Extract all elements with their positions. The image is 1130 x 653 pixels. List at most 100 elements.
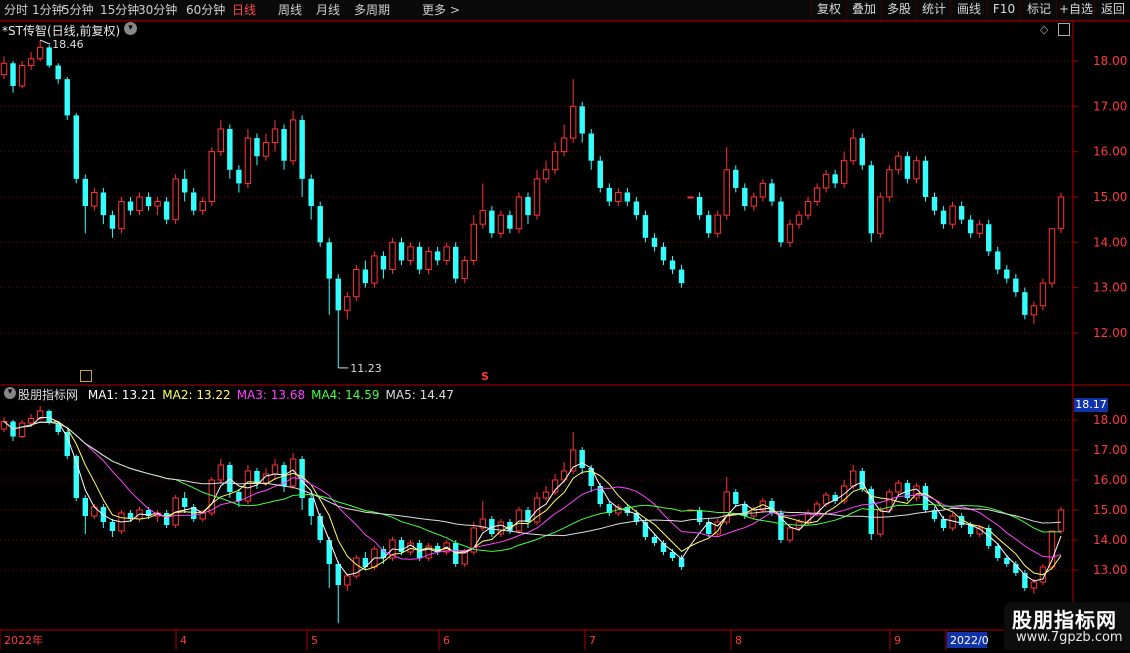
main-candle-body: [769, 183, 775, 202]
chart-area[interactable]: 18.00 17.00 16.00 15.00 14.00 13.00 12.00 18.00…: [0, 20, 1130, 650]
main-candle-body: [271, 128, 279, 144]
main-candle-body: [470, 223, 477, 261]
period-tab-7[interactable]: 周线: [278, 2, 302, 18]
period-tab-0[interactable]: 分时: [4, 2, 28, 18]
action-button-4[interactable]: 画线: [950, 0, 987, 19]
main-candle-body: [1057, 196, 1065, 230]
period-tab-5[interactable]: 60分钟: [186, 2, 225, 18]
action-button-7[interactable]: +自选: [1056, 0, 1095, 19]
main-candle-body: [127, 201, 134, 211]
panel-toggle-icon[interactable]: [1058, 23, 1070, 36]
period-toolbar: 分时 1分钟 5分钟 15分钟 30分钟 60分钟 日线 周线 月线 多周期 更多 > 复权 叠加 多股统…: [0, 0, 1130, 21]
main-candle-body: [82, 178, 89, 207]
main-candle-body: [398, 242, 405, 261]
main-candle-body: [344, 296, 351, 311]
main-candle-body: [714, 214, 721, 234]
signal-s-marker[interactable]: S: [481, 370, 489, 383]
main-candle-body: [642, 215, 649, 238]
ma-readout-5: MA5: 14.47: [385, 388, 454, 402]
main-candle-body: [362, 269, 369, 284]
ind-candle-body: [850, 470, 857, 487]
action-button-3[interactable]: 统计: [916, 0, 951, 19]
ma-readout-1: MA1: 13.21: [87, 388, 157, 402]
main-candle-body: [515, 196, 523, 230]
stock-title[interactable]: *ST传智(日线,前复权): [2, 22, 120, 39]
period-tab-3[interactable]: 15分钟: [100, 2, 139, 18]
event-marker-icon[interactable]: [80, 370, 92, 382]
ind-candle-body: [696, 510, 703, 522]
main-candle-body: [696, 197, 703, 216]
period-tab-10[interactable]: 更多 >: [422, 2, 460, 18]
main-candle-body: [199, 201, 206, 212]
main-candle-body: [1030, 305, 1038, 316]
period-tab-2[interactable]: 5分钟: [62, 2, 94, 18]
main-candle-body: [931, 197, 938, 211]
main-price-tick-label: 15.00: [1093, 190, 1127, 204]
ma-readout-3: MA3: 13.68: [236, 388, 306, 402]
main-candle-body: [407, 246, 414, 261]
ind-candle-body: [786, 527, 794, 541]
diamond-icon[interactable]: ◇: [1040, 23, 1048, 36]
main-candle-body: [886, 169, 893, 198]
main-candle-body: [10, 63, 16, 86]
chevron-down-icon[interactable]: ▾: [4, 387, 16, 399]
ma-readout-4: MA4: 14.59: [311, 388, 380, 402]
main-candle-body: [64, 79, 70, 116]
main-candle-body: [479, 210, 487, 225]
main-candle-body: [326, 242, 332, 279]
action-button-0[interactable]: 复权: [810, 0, 847, 19]
ind-candle-body: [525, 510, 531, 522]
watermark: 股朋指标网 www.7gpzb.com: [1004, 602, 1130, 650]
ma-line-5: [3, 421, 1062, 537]
kline-chart[interactable]: 18.00 17.00 16.00 15.00 14.00 13.00 12.00 18.00…: [0, 20, 1130, 650]
main-candle-body: [660, 246, 667, 261]
main-candle-body: [922, 160, 929, 197]
main-price-tick-label: 12.00: [1093, 326, 1127, 340]
high-price-label: 18.46: [52, 38, 83, 51]
main-candle-body: [859, 138, 865, 166]
chevron-down-icon[interactable]: ▾: [124, 22, 137, 35]
ind-price-tick-label: 15.00: [1093, 503, 1127, 517]
action-button-2[interactable]: 多股: [880, 0, 917, 19]
main-candle-body: [742, 187, 748, 207]
main-candle-body: [822, 173, 830, 189]
main-candle-body: [1004, 269, 1010, 279]
main-candle-body: [425, 250, 432, 271]
main-candle-body: [434, 251, 441, 261]
ind-candle-body: [18, 422, 26, 437]
current-price-tag: 18.17: [1074, 398, 1108, 412]
ind-candle-body: [254, 471, 260, 483]
main-candle-body: [254, 138, 260, 157]
period-tab-1[interactable]: 1分钟: [32, 2, 64, 18]
main-candle-body: [109, 215, 116, 229]
main-candle-body: [877, 196, 884, 234]
ind-candle-body: [335, 564, 341, 585]
high-marker-line: [39, 39, 51, 45]
time-axis-label: 7: [589, 634, 596, 647]
ind-candle-body: [461, 551, 468, 565]
main-candle-body: [759, 182, 767, 198]
ind-price-tick-label: 18.00: [1093, 413, 1127, 427]
main-candle-body: [452, 246, 459, 279]
ma-line-3: [3, 421, 1062, 560]
action-button-1[interactable]: 叠加: [846, 0, 881, 19]
ind-price-tick-label: 16.00: [1093, 473, 1127, 487]
action-button-5[interactable]: F10: [986, 0, 1021, 19]
period-tab-9[interactable]: 多周期: [354, 2, 390, 18]
action-button-8[interactable]: 返回: [1094, 0, 1130, 19]
action-button-6[interactable]: 标记: [1020, 0, 1057, 19]
period-tab-4[interactable]: 30分钟: [138, 2, 177, 18]
main-price-tick-label: 14.00: [1093, 235, 1127, 249]
main-candle-body: [308, 178, 314, 207]
ind-candle-body: [940, 519, 947, 528]
main-candle-body: [136, 196, 143, 212]
main-candle-body: [804, 201, 812, 216]
watermark-title: 股朋指标网: [1012, 608, 1117, 632]
ma-readout-2: MA2: 13.22: [162, 388, 231, 402]
main-candle-body: [949, 205, 956, 225]
main-candle-body: [615, 191, 622, 203]
period-tab-8[interactable]: 月线: [316, 2, 340, 18]
low-price-label: 11.23: [350, 362, 382, 375]
main-candle-body: [389, 241, 396, 271]
period-tab-6[interactable]: 日线: [232, 2, 256, 18]
